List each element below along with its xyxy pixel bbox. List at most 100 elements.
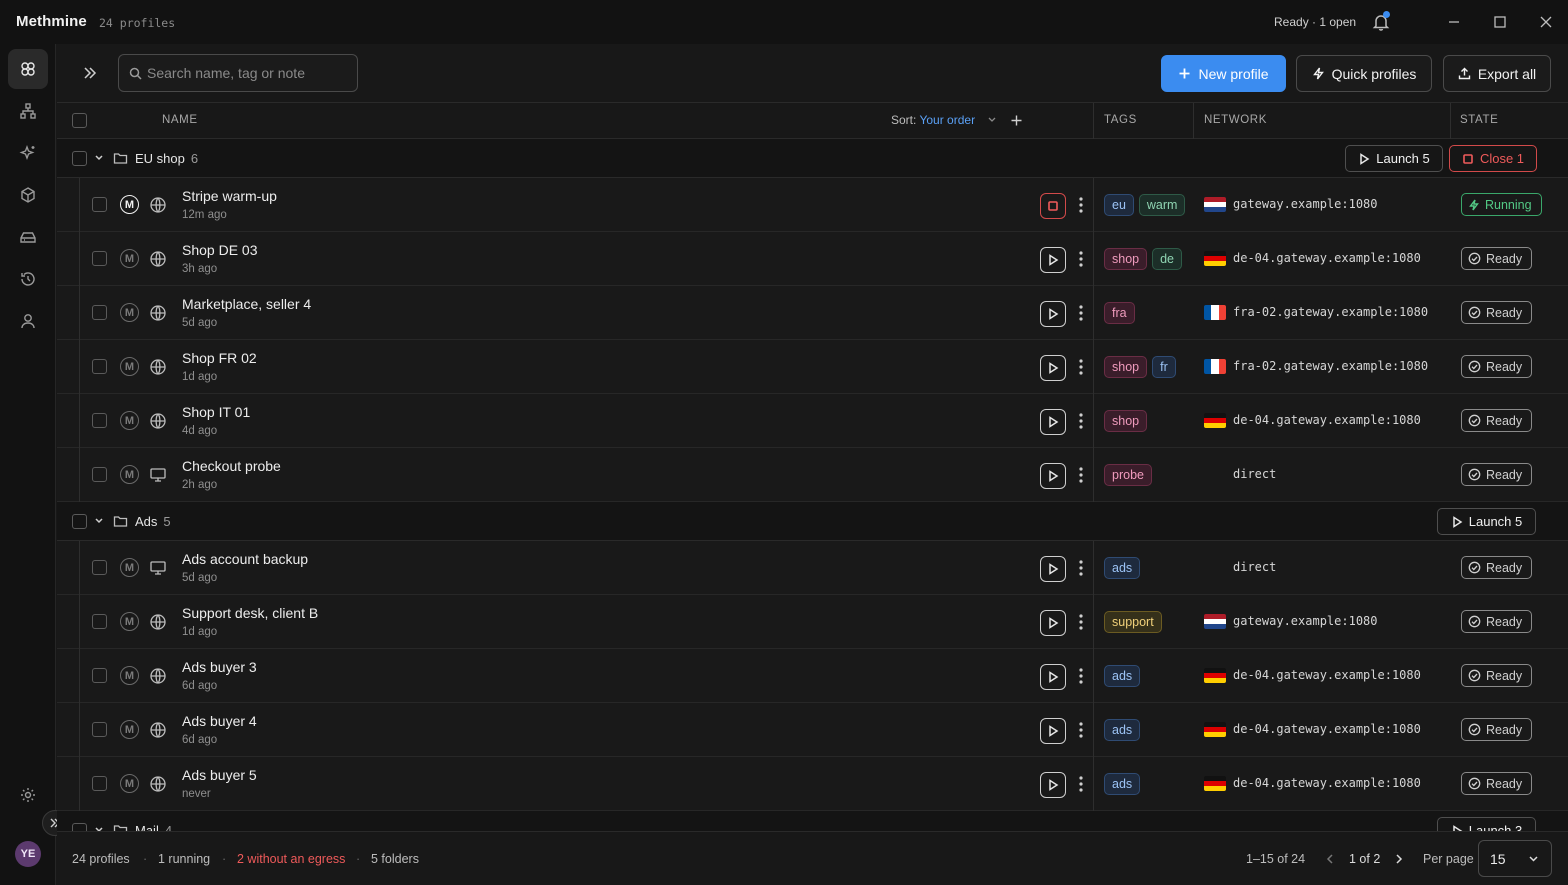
profile-name[interactable]: Support desk, client B [182,605,318,621]
sidebar-item-account[interactable] [8,301,48,341]
maximize-icon[interactable] [1490,12,1510,32]
select-all-checkbox[interactable] [72,113,87,128]
sidebar-item-storage[interactable] [8,217,48,257]
chevron-down-icon[interactable] [94,154,104,162]
per-page-select[interactable]: 15 [1478,840,1552,877]
sidebar-item-profiles[interactable] [8,49,48,89]
launch-folder-button[interactable]: Launch 5 [1345,145,1443,172]
sort-control[interactable]: Sort: Your order [891,113,997,127]
row-checkbox[interactable] [92,413,107,428]
chevron-down-icon[interactable] [94,517,104,525]
launch-profile-button[interactable] [1040,409,1066,435]
column-state[interactable]: STATE [1460,114,1498,126]
more-options-icon[interactable] [1075,303,1087,323]
tag[interactable]: fr [1152,356,1176,378]
row-checkbox[interactable] [92,467,107,482]
avatar[interactable]: YE [15,841,41,867]
more-options-icon[interactable] [1075,774,1087,794]
table-row[interactable]: M Shop IT 01 4d ago shop de-04.gateway.e… [57,394,1568,448]
more-options-icon[interactable] [1075,411,1087,431]
launch-profile-button[interactable] [1040,301,1066,327]
more-options-icon[interactable] [1075,612,1087,632]
chevron-right-icon[interactable] [1394,853,1404,865]
launch-profile-button[interactable] [1040,718,1066,744]
profile-name[interactable]: Ads buyer 4 [182,713,257,729]
quick-profiles-button[interactable]: Quick profiles [1296,55,1432,92]
folder-checkbox[interactable] [72,514,87,529]
more-options-icon[interactable] [1075,558,1087,578]
sidebar-item-history[interactable] [8,259,48,299]
launch-profile-button[interactable] [1040,463,1066,489]
launch-profile-button[interactable] [1040,772,1066,798]
sidebar-item-extensions[interactable] [8,175,48,215]
search-box[interactable] [118,54,358,92]
add-column-icon[interactable] [1010,114,1023,127]
tag[interactable]: shop [1104,248,1148,270]
tag[interactable]: eu [1104,194,1134,216]
table-row[interactable]: M Shop DE 03 3h ago shop de de-04.gateway… [57,232,1568,286]
profile-name[interactable]: Ads buyer 5 [182,767,257,783]
launch-folder-button[interactable]: Launch 5 [1437,508,1536,535]
folder-checkbox[interactable] [72,151,87,166]
launch-profile-button[interactable] [1040,355,1066,381]
more-options-icon[interactable] [1075,465,1087,485]
table-row[interactable]: M Shop FR 02 1d ago shop fr fra-02.gatewa… [57,340,1568,394]
profile-name[interactable]: Ads account backup [182,551,308,567]
row-checkbox[interactable] [92,251,107,266]
profile-name[interactable]: Shop DE 03 [182,242,258,258]
close-folder-button[interactable]: Close 1 [1449,145,1537,172]
sidebar-item-settings[interactable] [8,775,48,815]
profile-name[interactable]: Shop FR 02 [182,350,257,366]
row-checkbox[interactable] [92,776,107,791]
table-row[interactable]: M Ads account backup 5d ago ads direct R… [57,541,1568,595]
tag[interactable]: ads [1104,665,1141,687]
profile-name[interactable]: Marketplace, seller 4 [182,296,311,312]
column-network[interactable]: NETWORK [1204,114,1267,126]
launch-profile-button[interactable] [1040,247,1066,273]
profile-name[interactable]: Stripe warm-up [182,188,277,204]
profile-name[interactable]: Checkout probe [182,458,281,474]
more-options-icon[interactable] [1075,720,1087,740]
table-row[interactable]: M Stripe warm-up 12m ago eu warm gateway.… [57,178,1568,232]
table-row[interactable]: M Ads buyer 5 never ads de-04.gateway.ex… [57,757,1568,811]
table-row[interactable]: M Ads buyer 3 6d ago ads de-04.gateway.e… [57,649,1568,703]
chevrons-right-icon[interactable] [81,64,99,82]
stop-profile-button[interactable] [1040,193,1066,219]
profile-name[interactable]: Shop IT 01 [182,404,250,420]
tag[interactable]: ads [1104,557,1141,579]
row-checkbox[interactable] [92,614,107,629]
minimize-icon[interactable] [1444,12,1464,32]
table-row[interactable]: M Checkout probe 2h ago probe direct Rea… [57,448,1568,502]
profile-name[interactable]: Ads buyer 3 [182,659,257,675]
table-row[interactable]: M Support desk, client B 1d ago support … [57,595,1568,649]
search-input[interactable] [147,55,352,91]
sidebar-item-network[interactable] [8,91,48,131]
export-all-button[interactable]: Export all [1443,55,1551,92]
table-row[interactable]: M Ads buyer 4 6d ago ads de-04.gateway.e… [57,703,1568,757]
close-window-icon[interactable] [1536,12,1556,32]
launch-profile-button[interactable] [1040,664,1066,690]
tag[interactable]: support [1104,611,1162,633]
more-options-icon[interactable] [1075,357,1087,377]
sidebar-item-automation[interactable] [8,133,48,173]
more-options-icon[interactable] [1075,666,1087,686]
row-checkbox[interactable] [92,305,107,320]
table-row[interactable]: M Marketplace, seller 4 5d ago fra fra-0… [57,286,1568,340]
column-name[interactable]: NAME [162,114,198,126]
row-checkbox[interactable] [92,359,107,374]
row-checkbox[interactable] [92,668,107,683]
chevron-left-icon[interactable] [1325,853,1335,865]
tag[interactable]: probe [1104,464,1152,486]
tag[interactable]: shop [1104,356,1148,378]
row-checkbox[interactable] [92,722,107,737]
footer-no-egress[interactable]: 2 without an egress [237,852,345,866]
column-tags[interactable]: TAGS [1104,114,1137,126]
launch-profile-button[interactable] [1040,556,1066,582]
tag[interactable]: shop [1104,410,1148,432]
more-options-icon[interactable] [1075,249,1087,269]
new-profile-button[interactable]: New profile [1161,55,1286,92]
tag[interactable]: warm [1138,194,1186,216]
tag[interactable]: fra [1104,302,1135,324]
row-checkbox[interactable] [92,197,107,212]
launch-profile-button[interactable] [1040,610,1066,636]
